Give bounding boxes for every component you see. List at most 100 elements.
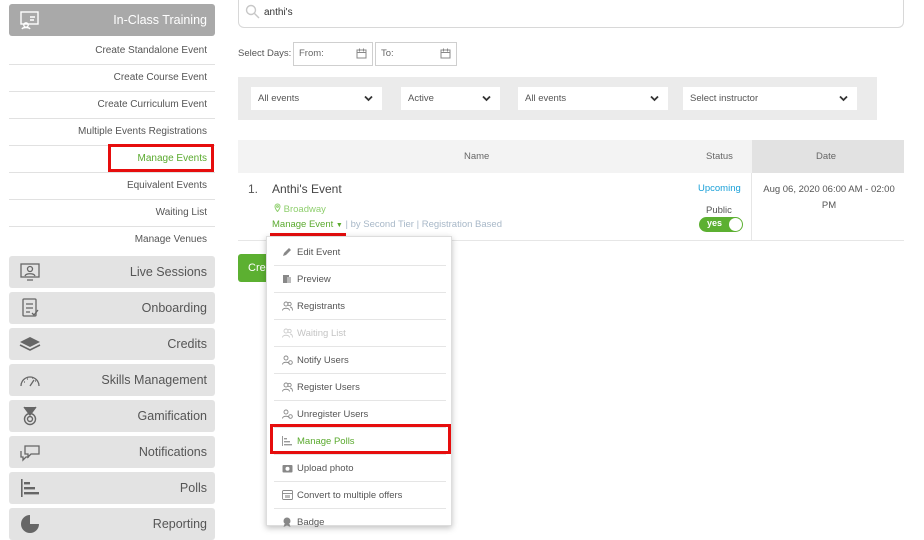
filter-bar: All events Active All events Select inst…: [238, 77, 877, 120]
chevron-down-icon: [839, 95, 848, 102]
convert-icon: [282, 490, 293, 500]
medal-icon: [23, 406, 37, 426]
module-label: Reporting: [152, 517, 207, 531]
module-polls[interactable]: Polls: [9, 472, 215, 504]
module-label: Notifications: [138, 445, 207, 459]
search-input[interactable]: anthi's: [238, 0, 904, 28]
toggle-text: yes: [707, 218, 723, 228]
module-skills-management[interactable]: Skills Management: [9, 364, 215, 396]
menu-item-preview[interactable]: Preview: [274, 266, 446, 293]
badge-icon: [283, 517, 291, 527]
sidebar-item-create-course-event[interactable]: Create Course Event: [9, 65, 215, 92]
row-number: 1.: [248, 182, 259, 196]
bar-chart-icon: [282, 436, 292, 446]
module-in-class-training[interactable]: In-Class Training: [9, 4, 215, 36]
menu-item-upload-photo[interactable]: Upload photo: [274, 455, 446, 482]
calendar-icon[interactable]: [356, 48, 367, 59]
module-onboarding[interactable]: Onboarding: [9, 292, 215, 324]
caret-down-icon: ▼: [335, 222, 343, 229]
module-label: In-Class Training: [113, 13, 207, 27]
search-icon: [245, 4, 260, 19]
chevron-down-icon: [482, 95, 491, 102]
menu-item-label: Registrants: [297, 301, 346, 312]
table-header: Name Status Date: [238, 140, 904, 173]
module-notifications[interactable]: Notifications: [9, 436, 215, 468]
manage-event-link[interactable]: Manage Event ▼: [272, 219, 343, 230]
menu-item-waiting-list: Waiting List: [274, 320, 446, 347]
sidebar-item-manage-venues[interactable]: Manage Venues: [9, 227, 215, 254]
event-location: Broadway: [274, 203, 326, 215]
status-select[interactable]: Active: [401, 87, 500, 110]
event-meta: | by Second Tier | Registration Based: [345, 219, 502, 230]
column-divider: [751, 173, 752, 241]
event-type-select[interactable]: All events: [251, 87, 382, 110]
from-date-input[interactable]: From:: [293, 42, 373, 66]
module-live-sessions[interactable]: Live Sessions: [9, 256, 215, 288]
module-label: Credits: [167, 337, 207, 351]
column-header-name[interactable]: Name: [464, 140, 489, 173]
users-icon: [282, 382, 293, 392]
column-header-date[interactable]: Date: [816, 140, 836, 173]
sidebar-item-waiting-list[interactable]: Waiting List: [9, 200, 215, 227]
status-link[interactable]: Upcoming: [698, 183, 741, 194]
menu-item-label: Edit Event: [297, 247, 341, 258]
user-notify-icon: [282, 355, 293, 365]
menu-item-label: Notify Users: [297, 355, 349, 366]
calendar-icon[interactable]: [440, 48, 451, 59]
select-days-label: Select Days:: [238, 48, 292, 59]
module-credits[interactable]: Credits: [9, 328, 215, 360]
preview-icon: [283, 275, 291, 283]
menu-item-registrants[interactable]: Registrants: [274, 293, 446, 320]
users-icon: [282, 328, 293, 338]
pie-chart-icon: [21, 515, 39, 533]
sidebar: In-Class Training Create Standalone Even…: [0, 0, 222, 540]
checklist-icon: [22, 298, 39, 317]
menu-item-register-users[interactable]: Register Users: [274, 374, 446, 401]
manage-event-dropdown: Edit Event Preview Registrants Waiting L…: [266, 236, 452, 528]
event-category-select[interactable]: All events: [518, 87, 668, 110]
users-icon: [282, 301, 293, 311]
from-date-placeholder: From:: [299, 48, 324, 59]
camera-icon: [282, 465, 293, 473]
sidebar-item-equivalent-events[interactable]: Equivalent Events: [9, 173, 215, 200]
column-header-status[interactable]: Status: [706, 140, 733, 173]
menu-item-label: Upload photo: [297, 463, 354, 474]
video-monitor-icon: [20, 263, 40, 281]
select-value: All events: [258, 93, 300, 104]
sidebar-item-manage-events[interactable]: Manage Events: [9, 146, 215, 173]
event-name[interactable]: Anthi's Event: [272, 182, 342, 196]
menu-item-edit-event[interactable]: Edit Event: [274, 239, 446, 266]
layers-icon: [19, 337, 41, 351]
gauge-icon: [20, 376, 40, 387]
toggle-knob: [729, 218, 742, 231]
presentation-board-icon: [20, 11, 39, 30]
menu-item-label: Manage Polls: [297, 436, 355, 447]
sidebar-item-create-curriculum-event[interactable]: Create Curriculum Event: [9, 92, 215, 119]
menu-item-label: Unregister Users: [297, 409, 369, 420]
menu-item-notify-users[interactable]: Notify Users: [274, 347, 446, 374]
select-value: Select instructor: [690, 93, 759, 104]
module-reporting[interactable]: Reporting: [9, 508, 215, 540]
search-value: anthi's: [264, 7, 293, 18]
menu-item-label: Convert to multiple offers: [297, 490, 403, 501]
menu-item-unregister-users[interactable]: Unregister Users: [274, 401, 446, 428]
event-actions-line: Manage Event ▼ | by Second Tier | Regist…: [272, 219, 502, 230]
module-label: Skills Management: [101, 373, 207, 387]
sidebar-item-create-standalone-event[interactable]: Create Standalone Event: [9, 38, 215, 65]
menu-item-manage-polls[interactable]: Manage Polls: [274, 428, 446, 455]
to-date-input[interactable]: To:: [375, 42, 457, 66]
chevron-down-icon: [650, 95, 659, 102]
public-toggle[interactable]: yes: [699, 217, 743, 232]
sidebar-item-multiple-events-registrations[interactable]: Multiple Events Registrations: [9, 119, 215, 146]
module-label: Live Sessions: [129, 265, 207, 279]
menu-item-label: Register Users: [297, 382, 360, 393]
select-value: All events: [525, 93, 567, 104]
chat-bubbles-icon: [20, 445, 40, 462]
menu-item-convert-to-multiple-offers[interactable]: Convert to multiple offers: [274, 482, 446, 509]
user-remove-icon: [282, 409, 293, 419]
manage-event-label: Manage Event: [272, 219, 334, 230]
location-text: Broadway: [283, 204, 326, 215]
select-value: Active: [408, 93, 434, 104]
instructor-select[interactable]: Select instructor: [683, 87, 857, 110]
module-gamification[interactable]: Gamification: [9, 400, 215, 432]
